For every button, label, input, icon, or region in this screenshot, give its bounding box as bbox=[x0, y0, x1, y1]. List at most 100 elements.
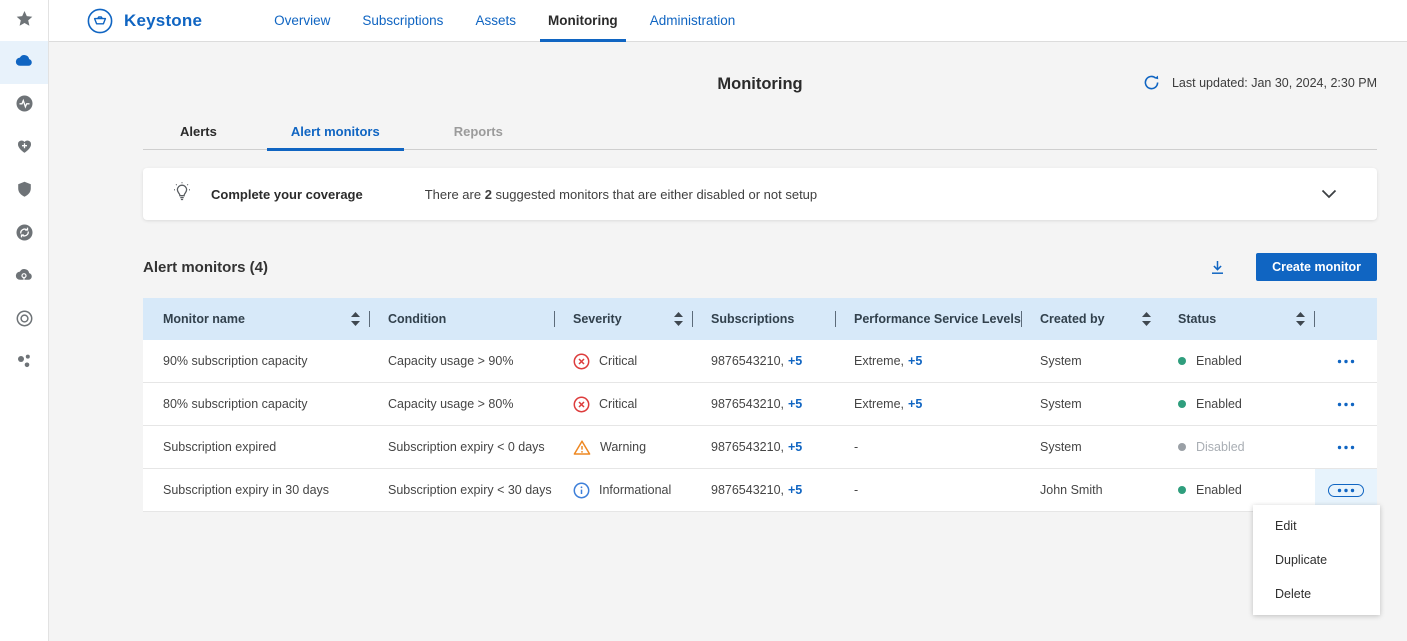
col-severity: Severity bbox=[555, 298, 693, 340]
subscriptions-more-link[interactable]: +5 bbox=[788, 440, 802, 454]
col-status: Status bbox=[1160, 298, 1315, 340]
sort-icon[interactable] bbox=[351, 312, 360, 326]
app-sidebar bbox=[0, 0, 49, 641]
download-icon[interactable] bbox=[1209, 259, 1226, 276]
row-actions-button[interactable] bbox=[1315, 340, 1377, 382]
subscriptions-more-link[interactable]: +5 bbox=[788, 354, 802, 368]
cell-psl: - bbox=[836, 426, 1022, 468]
psl-more-link[interactable]: +5 bbox=[908, 354, 922, 368]
cell-status: Enabled bbox=[1160, 340, 1315, 382]
menu-item-edit[interactable]: Edit bbox=[1253, 509, 1380, 543]
sort-icon[interactable] bbox=[1142, 312, 1151, 326]
keystone-logo-icon bbox=[87, 8, 113, 34]
list-heading: Alert monitors (4) bbox=[143, 259, 268, 276]
monitoring-tabs: Alerts Alert monitors Reports bbox=[143, 118, 1377, 150]
cell-status: Enabled bbox=[1160, 383, 1315, 425]
cell-severity: Warning bbox=[555, 426, 693, 468]
coverage-banner: Complete your coverage There are 2 sugge… bbox=[143, 168, 1377, 220]
cell-subscriptions: 9876543210,+5 bbox=[693, 340, 836, 382]
top-header: Keystone Overview Subscriptions Assets M… bbox=[49, 0, 1407, 42]
col-monitor-name: Monitor name bbox=[143, 298, 370, 340]
cell-subscriptions: 9876543210,+5 bbox=[693, 469, 836, 511]
tab-alert-monitors[interactable]: Alert monitors bbox=[267, 124, 404, 151]
last-updated: Last updated: Jan 30, 2024, 2:30 PM bbox=[1142, 73, 1377, 92]
health-plus-icon bbox=[16, 138, 33, 159]
brand-name: Keystone bbox=[124, 11, 202, 31]
alert-monitors-table: Monitor name Condition Severity Subscrip… bbox=[143, 298, 1377, 512]
nav-item-assets[interactable]: Assets bbox=[459, 0, 532, 42]
sidebar-item-topology[interactable] bbox=[0, 342, 48, 385]
subscriptions-more-link[interactable]: +5 bbox=[788, 397, 802, 411]
cell-severity: Informational bbox=[555, 469, 693, 511]
sort-icon[interactable] bbox=[674, 312, 683, 326]
psl-more-link[interactable]: +5 bbox=[908, 397, 922, 411]
cell-condition: Capacity usage > 90% bbox=[370, 340, 555, 382]
ellipsis-icon[interactable] bbox=[1337, 445, 1355, 450]
create-monitor-button[interactable]: Create monitor bbox=[1256, 253, 1377, 281]
status-dot bbox=[1178, 443, 1186, 451]
main-content: Monitoring Last updated: Jan 30, 2024, 2… bbox=[49, 42, 1407, 641]
menu-item-duplicate[interactable]: Duplicate bbox=[1253, 543, 1380, 577]
cell-psl: - bbox=[836, 469, 1022, 511]
severity-label: Informational bbox=[599, 483, 671, 497]
nav-item-monitoring[interactable]: Monitoring bbox=[532, 0, 634, 42]
sidebar-item-compliance[interactable] bbox=[0, 299, 48, 342]
cell-monitor-name: Subscription expiry in 30 days bbox=[143, 469, 370, 511]
severity-label: Warning bbox=[600, 440, 646, 454]
cell-monitor-name: 90% subscription capacity bbox=[143, 340, 370, 382]
sidebar-item-activity[interactable] bbox=[0, 84, 48, 127]
subscriptions-more-link[interactable]: +5 bbox=[788, 483, 802, 497]
activity-icon bbox=[16, 95, 33, 117]
cell-monitor-name: Subscription expired bbox=[143, 426, 370, 468]
col-subscriptions: Subscriptions bbox=[693, 298, 836, 340]
target-icon bbox=[16, 310, 33, 332]
menu-item-delete[interactable]: Delete bbox=[1253, 577, 1380, 611]
cell-created-by: System bbox=[1022, 340, 1160, 382]
refresh-icon[interactable] bbox=[1142, 73, 1161, 92]
severity-label: Critical bbox=[599, 397, 637, 411]
tab-reports[interactable]: Reports bbox=[430, 124, 527, 151]
status-dot bbox=[1178, 357, 1186, 365]
critical-icon bbox=[573, 396, 590, 413]
nav-item-subscriptions[interactable]: Subscriptions bbox=[346, 0, 459, 42]
sidebar-item-favorites[interactable] bbox=[0, 0, 48, 41]
sidebar-item-security[interactable] bbox=[0, 170, 48, 213]
ellipsis-icon[interactable] bbox=[1337, 359, 1355, 364]
cloud-lock-icon bbox=[15, 267, 33, 288]
nav-item-administration[interactable]: Administration bbox=[634, 0, 752, 42]
cell-psl: Extreme,+5 bbox=[836, 340, 1022, 382]
sidebar-item-cloud-security[interactable] bbox=[0, 256, 48, 299]
recovery-icon bbox=[16, 224, 33, 246]
cell-subscriptions: 9876543210,+5 bbox=[693, 383, 836, 425]
warning-icon bbox=[573, 439, 591, 456]
cell-monitor-name: 80% subscription capacity bbox=[143, 383, 370, 425]
severity-label: Critical bbox=[599, 354, 637, 368]
informational-icon bbox=[573, 482, 590, 499]
cell-condition: Subscription expiry < 0 days bbox=[370, 426, 555, 468]
table-header-row: Monitor name Condition Severity Subscrip… bbox=[143, 298, 1377, 340]
sort-icon[interactable] bbox=[1296, 312, 1305, 326]
tab-alerts[interactable]: Alerts bbox=[156, 124, 241, 151]
cell-severity: Critical bbox=[555, 383, 693, 425]
row-actions-button[interactable] bbox=[1315, 426, 1377, 468]
col-created-by: Created by bbox=[1022, 298, 1160, 340]
chevron-down-icon[interactable] bbox=[1321, 189, 1337, 199]
banner-message: There are 2 suggested monitors that are … bbox=[425, 187, 817, 202]
ellipsis-active-pill[interactable] bbox=[1328, 484, 1364, 497]
sidebar-item-health[interactable] bbox=[0, 127, 48, 170]
lightbulb-icon bbox=[172, 181, 192, 207]
cell-severity: Critical bbox=[555, 340, 693, 382]
ellipsis-icon[interactable] bbox=[1337, 402, 1355, 407]
main-nav: Overview Subscriptions Assets Monitoring… bbox=[258, 0, 751, 42]
cell-status: Disabled bbox=[1160, 426, 1315, 468]
cluster-icon bbox=[16, 353, 32, 374]
cell-psl: Extreme,+5 bbox=[836, 383, 1022, 425]
cell-created-by: System bbox=[1022, 426, 1160, 468]
sidebar-item-recovery[interactable] bbox=[0, 213, 48, 256]
nav-item-overview[interactable]: Overview bbox=[258, 0, 346, 42]
star-icon bbox=[16, 10, 33, 32]
cell-subscriptions: 9876543210,+5 bbox=[693, 426, 836, 468]
sidebar-item-cloud-subscriptions[interactable] bbox=[0, 41, 48, 84]
row-actions-button[interactable] bbox=[1315, 383, 1377, 425]
cloud-icon bbox=[15, 53, 33, 72]
